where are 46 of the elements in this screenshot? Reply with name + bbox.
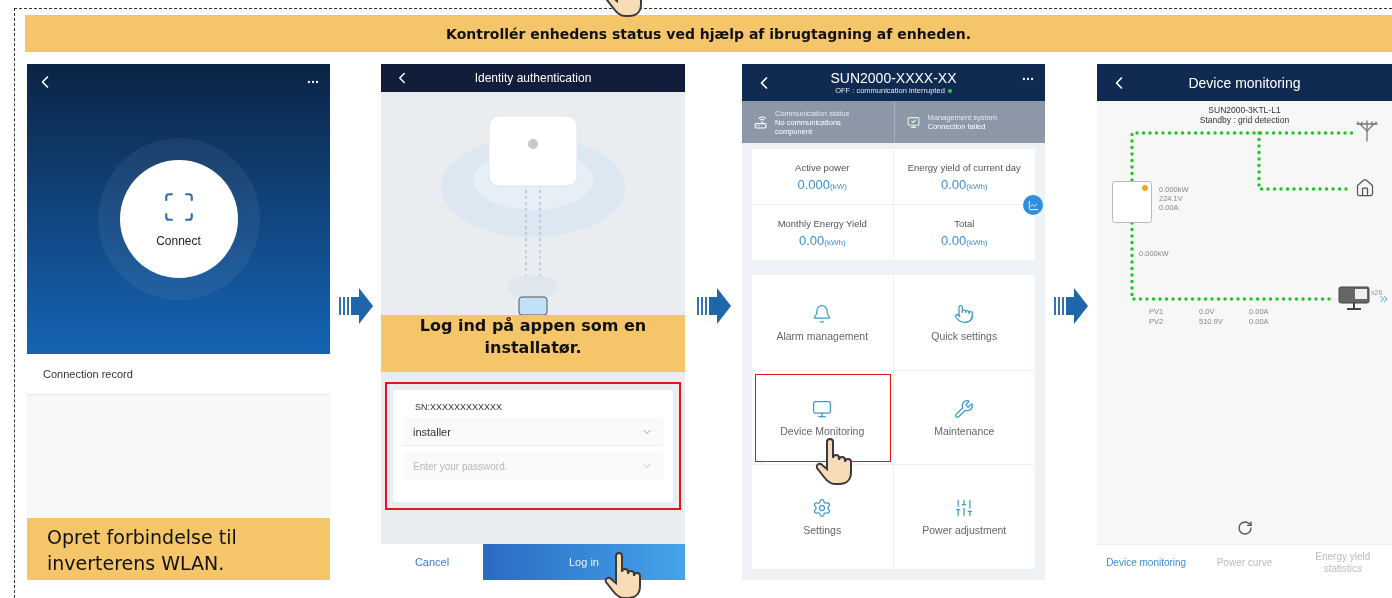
pointer-hand-icon <box>954 303 975 324</box>
chart-button[interactable] <box>1023 195 1043 215</box>
wrench-icon <box>954 398 975 419</box>
router-icon <box>754 115 767 129</box>
stat-value: 0.00(kWh) <box>940 232 988 248</box>
device-title: SUN2000-XXXX-XX <box>830 70 957 86</box>
menu-tile[interactable]: Settings <box>752 465 894 570</box>
screen-title: Identity authentication <box>474 71 592 85</box>
monitor-check-icon <box>906 115 920 129</box>
connect-button[interactable]: Connect <box>119 160 238 278</box>
step-caption: Opret forbindelse til inverterens WLAN. <box>27 518 330 580</box>
instruction-banner: Kontrollér enhedens status ved hjælp af ibrugtagning af enheden. <box>25 15 1392 52</box>
refresh-icon[interactable] <box>1236 520 1253 536</box>
menu-tile[interactable]: Device Monitoring <box>752 371 894 465</box>
step-caption: Log ind på appen som en installatør. <box>381 315 685 372</box>
arrow-right-icon <box>1054 286 1088 326</box>
device-status: Standby : grid detection <box>1198 115 1291 125</box>
stat-label: Monthly Energy Yield <box>777 217 867 229</box>
stat-label: Energy yield of current day <box>907 161 1021 173</box>
solar-panel-icon <box>1337 285 1371 311</box>
login-button[interactable]: Log in <box>483 544 685 580</box>
arrow-right-icon <box>696 286 731 326</box>
stat-value: 0.00(kWh) <box>798 232 846 248</box>
bell-icon <box>812 303 833 324</box>
screen-title: Device monitoring <box>1188 74 1301 91</box>
monitor-icon <box>812 398 833 419</box>
serial-number: SN:XXXXXXXXXXXX <box>414 402 504 412</box>
chevrons-right-icon[interactable] <box>1378 293 1390 305</box>
stat-value: 0.00(kWh) <box>940 176 988 192</box>
arrow-right-icon <box>338 286 373 326</box>
stat-label: Total <box>954 217 975 229</box>
password-field[interactable]: Enter your password. <box>403 452 663 480</box>
settings-icon <box>812 498 833 518</box>
line-chart-icon <box>1027 199 1039 211</box>
stat-label: Active power <box>795 161 850 173</box>
user-select[interactable]: installer <box>403 418 663 446</box>
status-dot <box>947 88 952 93</box>
inverter-box <box>1112 181 1152 223</box>
connection-record-item[interactable]: Connection record <box>27 354 330 395</box>
power-pole-icon <box>1355 119 1379 143</box>
stat-value: 0.000(kW) <box>797 176 847 192</box>
sliders-icon <box>954 498 975 518</box>
menu-tile[interactable]: Alarm management <box>752 275 894 371</box>
bottom-tab[interactable]: Device monitoring <box>1097 556 1196 569</box>
house-icon <box>1355 178 1375 198</box>
device-model: SUN2000-3KTL-L1 <box>1207 105 1282 115</box>
